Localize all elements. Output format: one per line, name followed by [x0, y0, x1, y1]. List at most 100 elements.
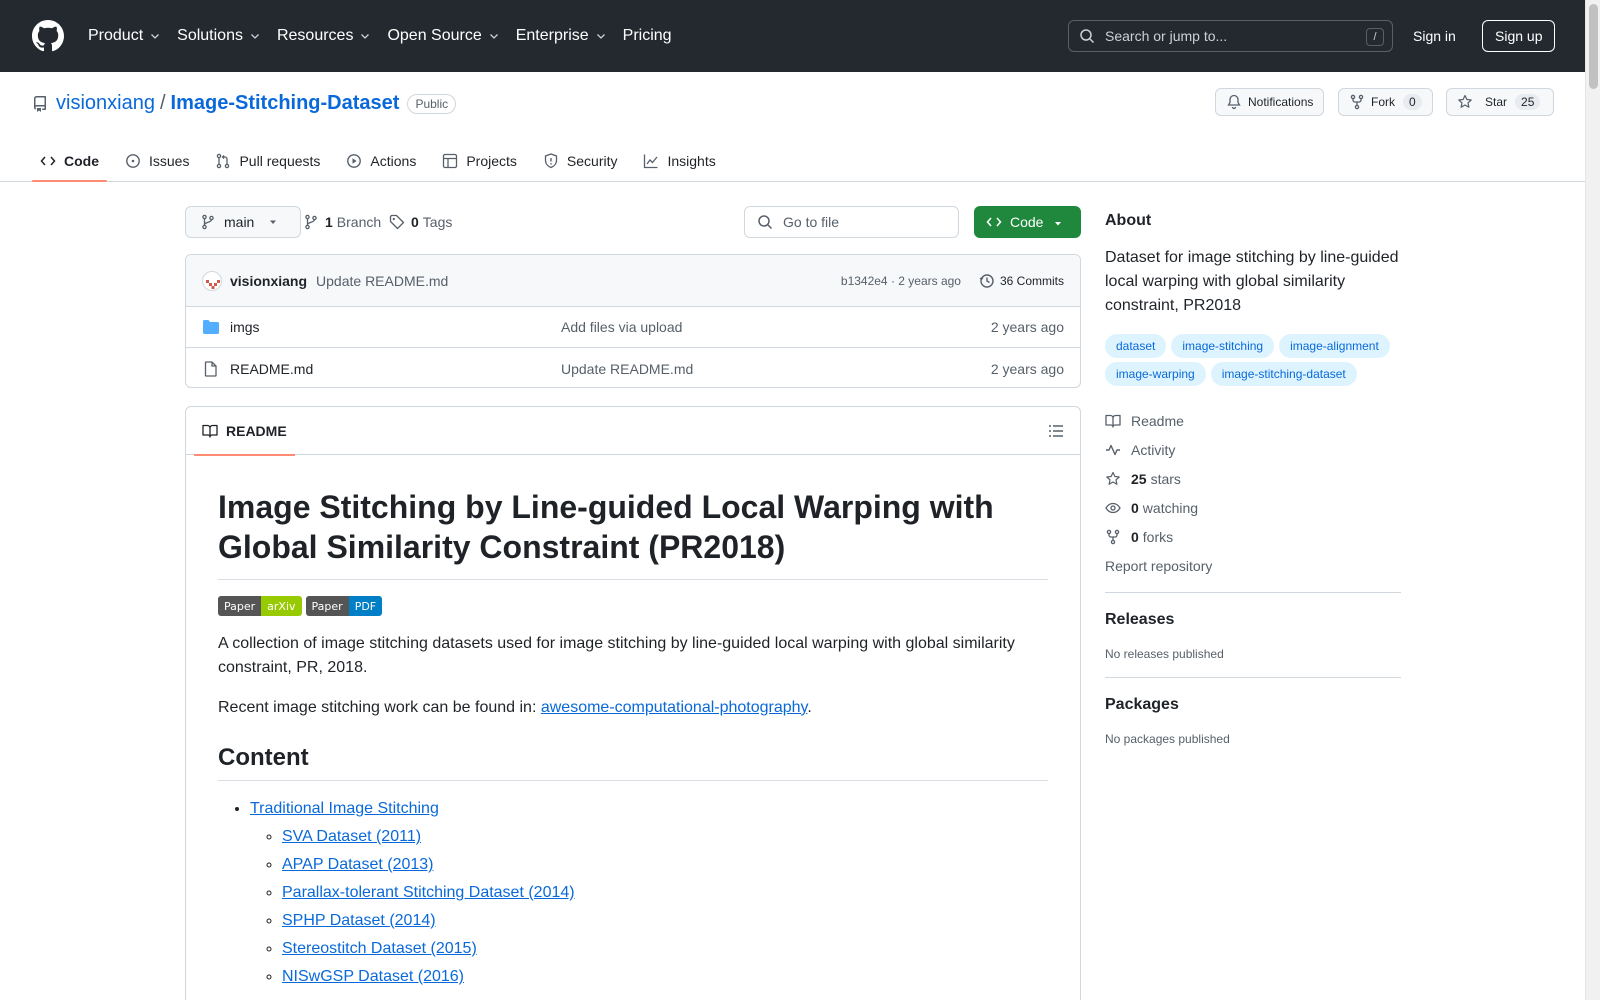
commits-link[interactable]: 36 Commits — [979, 273, 1064, 289]
paper-arxiv-badge[interactable]: Paper arXiv — [218, 596, 302, 616]
scrollbar-thumb[interactable] — [1589, 4, 1598, 89]
fork-icon — [1106, 529, 1120, 544]
tab-actions[interactable]: Actions — [338, 140, 424, 182]
fork-count: 0 — [1403, 94, 1422, 110]
pull-request-icon — [217, 153, 230, 169]
topic-tag[interactable]: image-alignment — [1279, 334, 1390, 358]
outline-list-icon[interactable] — [1048, 423, 1064, 439]
topic-tag[interactable]: image-stitching-dataset — [1210, 362, 1357, 386]
code-dropdown-button[interactable]: Code — [974, 206, 1081, 238]
toc-link[interactable]: APAP Dataset (2013) — [282, 856, 434, 873]
repo-title: visionxiang / Image-Stitching-Dataset Pu… — [32, 92, 457, 115]
shield-icon — [544, 153, 558, 169]
toc-link[interactable]: SPHP Dataset (2014) — [282, 912, 436, 929]
nav-pricing[interactable]: Pricing — [623, 27, 672, 45]
packages-heading[interactable]: Packages — [1105, 696, 1401, 714]
report-repository-link[interactable]: Report repository — [1105, 551, 1401, 580]
avatar[interactable] — [202, 270, 222, 291]
commit-message-link[interactable]: Update README.md — [316, 273, 448, 289]
toc-link[interactable]: NISwGSP Dataset (2016) — [282, 968, 464, 985]
tab-label: Insights — [667, 153, 716, 169]
watching-label: watching — [1142, 499, 1199, 516]
topic-tag[interactable]: image-stitching — [1171, 334, 1275, 358]
paper-pdf-badge[interactable]: Paper PDF — [305, 596, 383, 616]
tag-label: Tags — [422, 214, 453, 230]
tab-pull-requests[interactable]: Pull requests — [207, 140, 328, 182]
toc-link[interactable]: Traditional Image Stitching — [250, 800, 439, 817]
repo-icon — [34, 95, 46, 112]
branch-selector[interactable]: main — [185, 206, 302, 238]
content-heading: Content — [218, 744, 1048, 781]
star-button[interactable]: Star 25 — [1446, 88, 1554, 116]
nav-enterprise[interactable]: Enterprise — [516, 27, 607, 45]
readme-link[interactable]: Readme — [1105, 406, 1401, 435]
repo-owner-link[interactable]: visionxiang — [56, 92, 155, 115]
commit-hash-time[interactable]: b1342e4 · 2 years ago — [841, 274, 961, 288]
play-circle-icon — [347, 154, 362, 168]
tags-link[interactable]: 0 Tags — [389, 214, 452, 230]
watching-link[interactable]: 0 watching — [1105, 493, 1401, 522]
file-name-link[interactable]: imgs — [230, 319, 260, 335]
tab-insights[interactable]: Insights — [635, 140, 723, 182]
repo-name-link[interactable]: Image-Stitching-Dataset — [171, 92, 400, 115]
fork-button[interactable]: Fork 0 — [1338, 88, 1433, 116]
git-branch-icon — [305, 214, 317, 230]
nav-solutions[interactable]: Solutions — [177, 27, 261, 45]
file-commit-message[interactable]: Update README.md — [561, 361, 693, 377]
topic-tag[interactable]: dataset — [1105, 334, 1167, 358]
tab-code[interactable]: Code — [32, 140, 107, 182]
badge-left-text: Paper — [305, 596, 349, 616]
github-logo-icon[interactable] — [32, 20, 64, 52]
nav-product[interactable]: Product — [88, 27, 161, 45]
awesome-photography-link[interactable]: awesome-computational-photography — [541, 699, 808, 716]
global-header: Product Solutions Resources Open Source … — [0, 0, 1585, 72]
topic-tag[interactable]: image-warping — [1105, 362, 1206, 386]
star-count: 25 — [1515, 94, 1541, 110]
commit-author-link[interactable]: visionxiang — [230, 273, 307, 289]
tab-security[interactable]: Security — [535, 140, 626, 182]
file-row[interactable]: README.md Update README.md 2 years ago — [186, 348, 1080, 387]
sign-up-button[interactable]: Sign up — [1482, 20, 1556, 52]
branch-count: 1 — [325, 214, 333, 230]
history-icon — [979, 274, 994, 288]
readme-link-label: Readme — [1131, 412, 1184, 429]
toc-link[interactable]: SVA Dataset (2011) — [282, 828, 421, 845]
activity-link[interactable]: Activity — [1105, 435, 1401, 464]
eye-icon — [1105, 502, 1121, 513]
caret-down-icon — [1055, 222, 1061, 226]
fork-label: Fork — [1371, 95, 1395, 109]
tab-issues[interactable]: Issues — [117, 140, 197, 182]
readme-tab[interactable]: README — [194, 407, 295, 456]
search-input[interactable]: Search or jump to... / — [1068, 20, 1393, 52]
nav-open-source[interactable]: Open Source — [387, 27, 499, 45]
tab-label: Security — [566, 153, 618, 169]
notifications-label: Notifications — [1248, 95, 1314, 109]
repo-sidebar: About Dataset for image stitching by lin… — [1105, 182, 1401, 746]
visibility-badge: Public — [407, 93, 457, 114]
list-item: SVA Dataset (2011) — [282, 825, 1048, 849]
stars-link[interactable]: 25 stars — [1105, 464, 1401, 493]
sign-in-link[interactable]: Sign in — [1413, 28, 1456, 44]
toc-link[interactable]: Parallax-tolerant Stitching Dataset (201… — [282, 884, 575, 901]
folder-icon — [203, 320, 219, 334]
tag-icon — [389, 214, 405, 230]
tag-count: 0 — [411, 214, 419, 230]
table-icon — [443, 153, 458, 169]
list-item: Stereostitch Dataset (2015) — [282, 937, 1048, 961]
file-row[interactable]: imgs Add files via upload 2 years ago — [186, 307, 1080, 348]
chevron-down-icon — [489, 34, 498, 39]
file-name-link[interactable]: README.md — [230, 361, 313, 377]
releases-heading[interactable]: Releases — [1105, 611, 1401, 629]
tab-projects[interactable]: Projects — [434, 140, 525, 182]
toc-link[interactable]: Stereostitch Dataset (2015) — [282, 940, 477, 957]
notifications-button[interactable]: Notifications — [1215, 88, 1325, 116]
page-scrollbar[interactable] — [1585, 0, 1600, 1000]
search-icon — [1080, 29, 1095, 44]
branches-link[interactable]: 1 Branch — [303, 214, 381, 230]
forks-link[interactable]: 0 forks — [1105, 522, 1401, 551]
latest-commit-row: visionxiang Update README.md b1342e4 · 2… — [186, 255, 1080, 307]
file-commit-message[interactable]: Add files via upload — [561, 319, 682, 335]
go-to-file-input[interactable]: Go to file — [744, 206, 959, 238]
star-icon — [1458, 94, 1472, 108]
nav-resources[interactable]: Resources — [277, 27, 371, 45]
